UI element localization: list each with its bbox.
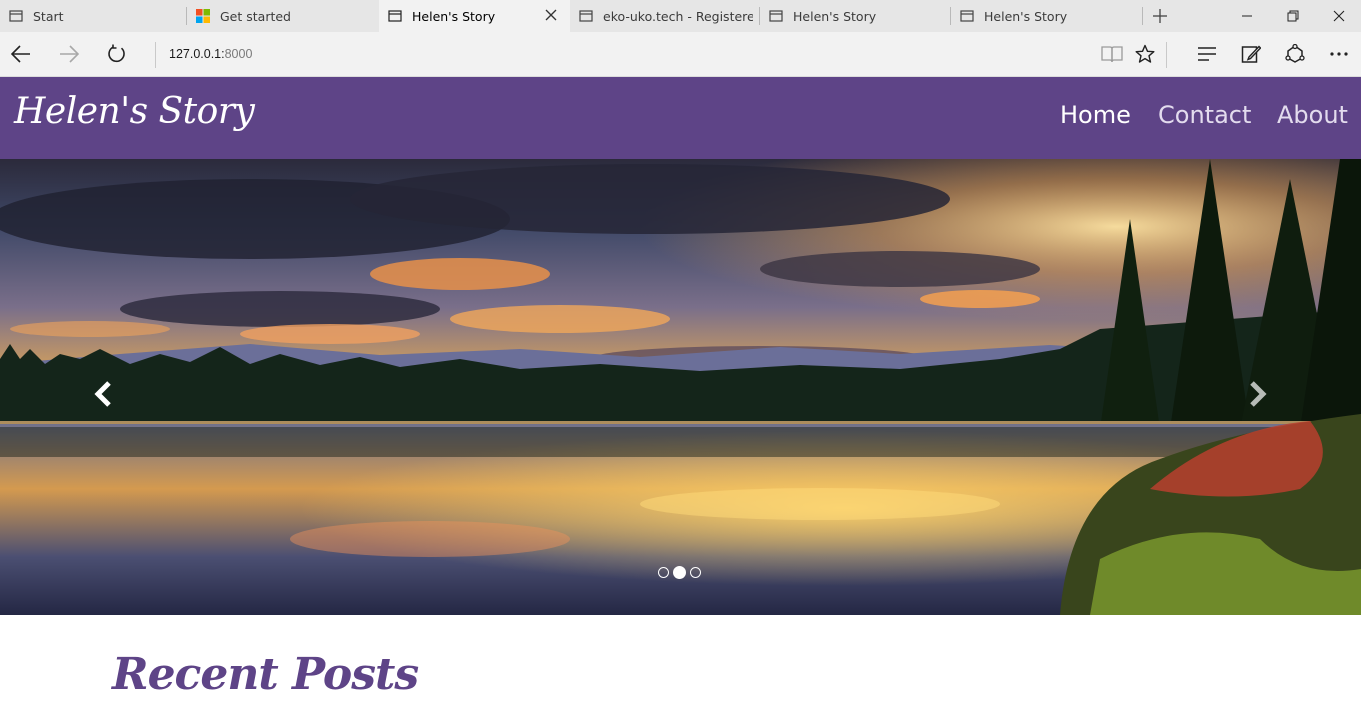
- browser-toolbar: 127.0.0.1:8000: [0, 32, 1361, 77]
- page-icon: [388, 10, 402, 22]
- nav-about[interactable]: About: [1277, 101, 1348, 129]
- browser-tab[interactable]: Helen's Story: [760, 0, 950, 32]
- chevron-right-icon: [1250, 381, 1267, 407]
- carousel-indicator-active[interactable]: [673, 566, 686, 579]
- hub-icon: [1198, 47, 1216, 61]
- close-window-button[interactable]: [1316, 0, 1361, 32]
- plus-icon: [1153, 9, 1167, 23]
- refresh-icon: [108, 44, 125, 63]
- tab-label: Get started: [220, 8, 291, 24]
- close-tab-icon[interactable]: [544, 8, 558, 22]
- forward-button[interactable]: [56, 41, 82, 67]
- address-bar[interactable]: 127.0.0.1:8000: [169, 47, 252, 61]
- share-button[interactable]: [1282, 41, 1308, 67]
- star-icon: [1135, 44, 1155, 63]
- new-tab-button[interactable]: [1150, 6, 1170, 26]
- browser-tabstrip: Start Get started Helen's Story eko-uko.…: [0, 0, 1361, 32]
- address-divider: [155, 42, 156, 68]
- reading-view-icon: [1101, 46, 1123, 63]
- chevron-left-icon: [94, 381, 111, 407]
- tab-separator: [1142, 7, 1143, 25]
- carousel-indicator[interactable]: [658, 567, 669, 578]
- browser-tab[interactable]: Get started: [187, 0, 379, 32]
- browser-tab[interactable]: Helen's Story: [951, 0, 1141, 32]
- tab-label: Helen's Story: [793, 8, 877, 24]
- share-icon: [1285, 44, 1305, 63]
- close-icon: [1333, 10, 1345, 22]
- pen-note-icon: [1241, 45, 1261, 63]
- browser-tab-active[interactable]: Helen's Story: [379, 0, 570, 32]
- tab-label: Helen's Story: [412, 8, 496, 24]
- browser-tab[interactable]: eko-uko.tech - Registered a: [570, 0, 759, 32]
- url-port: 8000: [224, 47, 253, 61]
- favorite-button[interactable]: [1132, 41, 1158, 67]
- windows-logo-icon: [196, 9, 210, 23]
- nav-contact[interactable]: Contact: [1158, 101, 1251, 129]
- toolbar-divider: [1166, 42, 1167, 68]
- nav-home[interactable]: Home: [1060, 101, 1131, 129]
- carousel-slide-image: [0, 159, 1361, 615]
- carousel-next-button[interactable]: [1243, 379, 1273, 409]
- web-note-button[interactable]: [1238, 41, 1264, 67]
- page-icon: [769, 10, 783, 22]
- arrow-left-icon: [11, 45, 30, 63]
- more-button[interactable]: [1326, 41, 1352, 67]
- back-button[interactable]: [8, 41, 34, 67]
- restore-icon: [1287, 10, 1299, 22]
- site-navbar: Helen's Story Home Contact About: [0, 77, 1361, 159]
- tab-label: eko-uko.tech - Registered a: [603, 8, 753, 24]
- browser-tab[interactable]: Start: [0, 0, 186, 32]
- restore-button[interactable]: [1270, 0, 1316, 32]
- carousel-prev-button[interactable]: [88, 379, 118, 409]
- tab-label: Start: [33, 8, 64, 24]
- url-host: 127.0.0.1:: [169, 47, 225, 61]
- tab-label: Helen's Story: [984, 8, 1068, 24]
- arrow-right-icon: [60, 45, 79, 63]
- page-icon: [960, 10, 974, 22]
- site-brand[interactable]: Helen's Story: [14, 91, 255, 132]
- refresh-button[interactable]: [104, 41, 130, 67]
- minimize-icon: [1242, 15, 1252, 17]
- recent-posts-heading: Recent Posts: [112, 649, 419, 700]
- minimize-button[interactable]: [1224, 0, 1270, 32]
- carousel-indicators: [658, 566, 705, 579]
- hub-button[interactable]: [1194, 41, 1220, 67]
- page-icon: [9, 10, 23, 22]
- carousel-indicator[interactable]: [690, 567, 701, 578]
- hero-carousel: [0, 159, 1361, 615]
- reading-view-button[interactable]: [1099, 41, 1125, 67]
- page-icon: [579, 10, 593, 22]
- more-icon: [1330, 52, 1348, 56]
